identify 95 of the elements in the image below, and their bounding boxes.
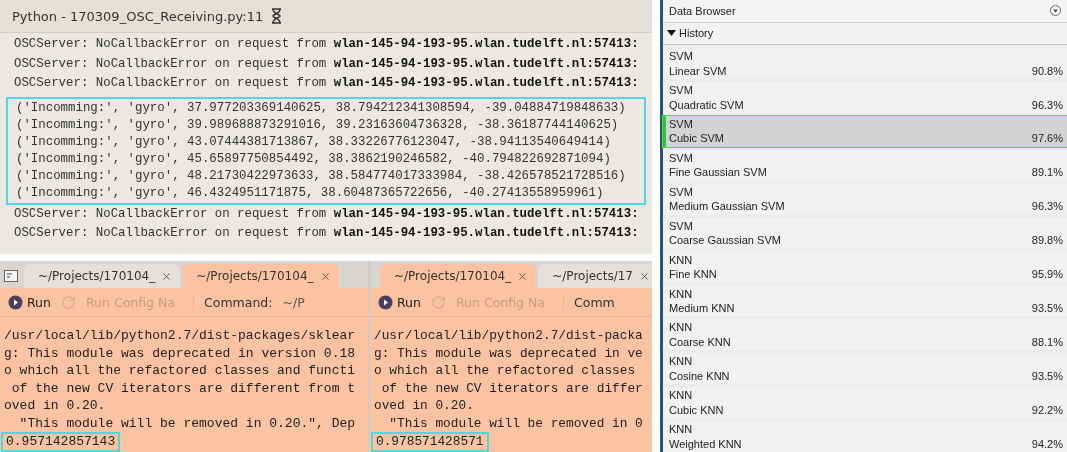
close-icon[interactable] <box>161 270 173 282</box>
model-list-item[interactable]: KNN Medium KNN 93.5% <box>663 285 1067 317</box>
model-list-item[interactable]: KNN Cubic KNN 92.2% <box>663 387 1067 419</box>
run-button[interactable]: Run <box>8 294 51 310</box>
model-list-item[interactable]: SVM Fine Gaussian SVM 89.1% <box>663 149 1067 181</box>
model-list-item[interactable]: SVM Linear SVM 90.8% <box>663 47 1067 79</box>
model-group: KNN <box>669 287 693 300</box>
editor-tab[interactable]: ~/Projects/170104_ <box>24 264 181 288</box>
output-line: oved in 0.20. <box>4 397 107 415</box>
editor-tab[interactable]: ~/Projects/170104_ <box>182 264 339 288</box>
accuracy-value: 94.2% <box>1031 437 1063 450</box>
accuracy-value: 93.5% <box>1031 369 1063 382</box>
console-line: ('Incomming:', 'gyro', 39.989688873291016, 39.23163604736328, -38.36187744140625) <box>15 116 620 134</box>
command-label: Command: <box>193 294 273 310</box>
console-line: OSCServer: NoCallbackError on request from wlan-145-94-193-95.wlan.tudelft.nl:57413: <box>13 205 640 223</box>
console-line: ('Incomming:', 'gyro', 48.21730422973633, 38.584774017333984, -38.426578521728516) <box>15 167 627 185</box>
accuracy-value: 90.8% <box>1031 64 1063 77</box>
close-icon[interactable] <box>639 270 650 282</box>
output-line: o which all the refactored classes <box>374 362 637 380</box>
accuracy-value: 96.3% <box>1031 200 1063 213</box>
model-group: SVM <box>669 50 693 63</box>
console-line: OSCServer: NoCallbackError on request from wlan-145-94-193-95.wlan.tudelft.nl:57413: <box>13 75 640 92</box>
output-line: /usr/local/lib/python2.7/dist-packa <box>374 327 644 345</box>
close-icon[interactable] <box>319 270 331 282</box>
model-group: SVM <box>669 185 693 198</box>
model-list-item[interactable]: KNN Weighted KNN 94.2% <box>663 421 1067 452</box>
accuracy-value: 89.8% <box>1031 234 1063 247</box>
output-line: g: This module was deprecated in version 0.18 <box>4 344 357 362</box>
editor-tab[interactable]: ~/Projects/17 <box>538 264 652 288</box>
hourglass-icon <box>271 8 283 24</box>
accuracy-value: 92.2% <box>1031 403 1063 416</box>
model-group: SVM <box>669 151 693 164</box>
model-list-item[interactable]: KNN Cosine KNN 93.5% <box>663 353 1067 385</box>
model-name: Fine Gaussian SVM <box>669 166 767 179</box>
console-line: ('Incomming:', 'gyro', 37.977203369140625, 38.794212341308594, -39.04884719848633) <box>15 99 627 117</box>
console-line: ('Incomming:', 'gyro', 45.65897750854492, 38.3862190246582, -40.794822692871094) <box>15 150 612 168</box>
accuracy-value: 95.9% <box>1031 268 1063 281</box>
model-group: SVM <box>669 117 693 130</box>
console-line: OSCServer: NoCallbackError on request from wlan-145-94-193-95.wlan.tudelft.nl:57413: <box>13 36 640 53</box>
model-group: KNN <box>669 355 693 368</box>
output-line: /usr/local/lib/python2.7/dist-packages/sklear <box>4 327 357 345</box>
panel-title: Data Browser <box>669 4 736 17</box>
triangle-icon <box>667 29 676 38</box>
model-list-item[interactable]: KNN Fine KNN 95.9% <box>663 251 1067 283</box>
model-name: Medium Gaussian SVM <box>669 200 785 213</box>
accuracy-value: 89.1% <box>1031 166 1063 179</box>
editor-tab[interactable]: ~/Projects/170104_ <box>380 264 537 288</box>
accuracy-value: 97.6% <box>1031 132 1063 145</box>
output-line: of the new CV iterators are differ <box>380 379 644 397</box>
output-line: "This module will be removed in 0 <box>388 414 644 432</box>
model-group: KNN <box>669 321 693 334</box>
model-group: SVM <box>669 84 693 97</box>
model-list-item[interactable]: KNN Coarse KNN 88.1% <box>663 319 1067 351</box>
output-line: "This module will be removed in 0.20.", Dep <box>18 414 357 432</box>
output-line: oved in 0.20. <box>374 397 475 415</box>
accuracy-value: 93.5% <box>1031 302 1063 315</box>
command-field[interactable]: ~/P <box>282 294 305 310</box>
model-name: Cubic KNN <box>669 403 724 416</box>
model-name: Medium KNN <box>669 302 735 315</box>
window-title: Python - 170309_OSC_Receiving.py:11 <box>12 8 264 24</box>
model-name: Cubic SVM <box>669 132 725 145</box>
model-group: SVM <box>669 219 693 232</box>
dropdown-icon[interactable] <box>1050 5 1061 17</box>
play-icon <box>8 294 23 310</box>
model-group: KNN <box>669 389 693 402</box>
output-line: o which all the refactored classes and functi <box>4 362 357 380</box>
output-line: g: This module was deprecated in ve <box>374 344 644 362</box>
model-group: KNN <box>669 423 693 436</box>
terminal-icon[interactable] <box>4 270 18 282</box>
model-name: Weighted KNN <box>669 437 742 450</box>
accuracy-value: 96.3% <box>1031 98 1063 111</box>
play-icon <box>378 294 393 310</box>
model-group: KNN <box>669 253 693 266</box>
model-name: Coarse Gaussian SVM <box>669 234 781 247</box>
console-line: ('Incomming:', 'gyro', 43.07444381713867, 38.33226776123047, -38.94113540649414) <box>15 133 612 151</box>
command-label: Comm <box>563 294 615 310</box>
history-section-header[interactable]: History <box>663 22 1067 45</box>
close-icon[interactable] <box>517 270 529 282</box>
model-name: Quadratic SVM <box>669 98 744 111</box>
console-line: OSCServer: NoCallbackError on request from wlan-145-94-193-95.wlan.tudelft.nl:57413: <box>13 55 640 73</box>
model-list-item[interactable]: SVM Medium Gaussian SVM 96.3% <box>663 183 1067 215</box>
accuracy-value: 88.1% <box>1031 335 1063 348</box>
model-name: Fine KNN <box>669 268 717 281</box>
console-line: ('Incomming:', 'gyro', 46.4324951171875, 38.60487365722656, -40.27413558959961) <box>15 184 605 202</box>
model-list-item[interactable]: SVM Coarse Gaussian SVM 89.8% <box>663 217 1067 249</box>
result-value: 0.957142857143 <box>1 432 121 452</box>
model-name: Linear SVM <box>669 64 727 77</box>
console-line: OSCServer: NoCallbackError on request from wlan-145-94-193-95.wlan.tudelft.nl:57413: <box>13 225 640 242</box>
model-name: Coarse KNN <box>669 335 731 348</box>
output-line: of the new CV iterators are different from t <box>10 379 357 397</box>
model-name: Cosine KNN <box>669 369 730 382</box>
result-value: 0.978571428571 <box>371 432 489 452</box>
model-list-item[interactable]: SVM Cubic SVM 97.6% <box>663 115 1067 147</box>
model-list-item[interactable]: SVM Quadratic SVM 96.3% <box>663 81 1067 113</box>
run-button[interactable]: Run <box>378 294 421 310</box>
